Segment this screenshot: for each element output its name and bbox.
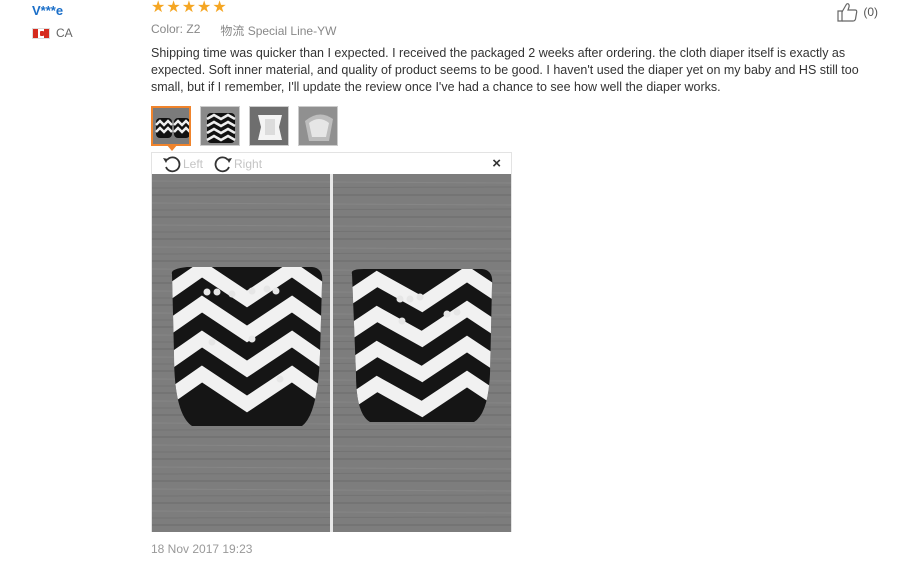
review-thumbnail[interactable] [249,106,289,146]
shipping-method: 物流 Special Line-YW [220,24,337,38]
country-code: CA [56,26,73,40]
star-icon: ★ [212,0,227,16]
rotate-right-icon [214,155,233,172]
canada-flag-icon [32,27,50,39]
rotate-right-button[interactable]: Right [213,155,262,173]
helpful-button[interactable]: (0) [837,2,878,22]
color-attribute: Color: Z2 [151,22,200,39]
review-thumbnails [151,106,338,146]
thumbs-up-icon [837,3,858,22]
viewer-toolbar: Left Right × [152,153,511,174]
star-icon: ★ [166,0,181,16]
review-photo [152,174,511,532]
selected-thumbnail-pointer [166,144,178,151]
reviewer-country: CA [32,26,73,40]
reviewer: V***e [32,2,63,20]
star-icon: ★ [197,0,212,16]
review-date: 18 Nov 2017 19:23 [151,542,253,556]
review-thumbnail[interactable] [151,106,191,146]
reviewer-name: V***e [32,3,64,18]
rotate-left-label: Left [183,156,204,171]
review-thumbnail[interactable] [298,106,338,146]
star-icon: ★ [151,0,166,16]
rotate-left-button[interactable]: Left [162,155,203,173]
rotate-right-label: Right [234,156,263,171]
review-meta: Color: Z2 物流 Special Line-YW [151,22,336,39]
rating-stars: ★ ★ ★ ★ ★ [151,0,227,16]
color-label: Color: [151,22,184,36]
review-text: Shipping time was quicker than I expecte… [151,46,859,94]
rotate-left-icon [163,155,181,172]
close-icon[interactable]: × [492,155,501,172]
image-viewer: Left Right × [151,152,512,532]
review-thumbnail[interactable] [200,106,240,146]
color-value: Z2 [186,22,201,36]
helpful-count: (0) [863,5,878,19]
star-icon: ★ [181,0,197,16]
